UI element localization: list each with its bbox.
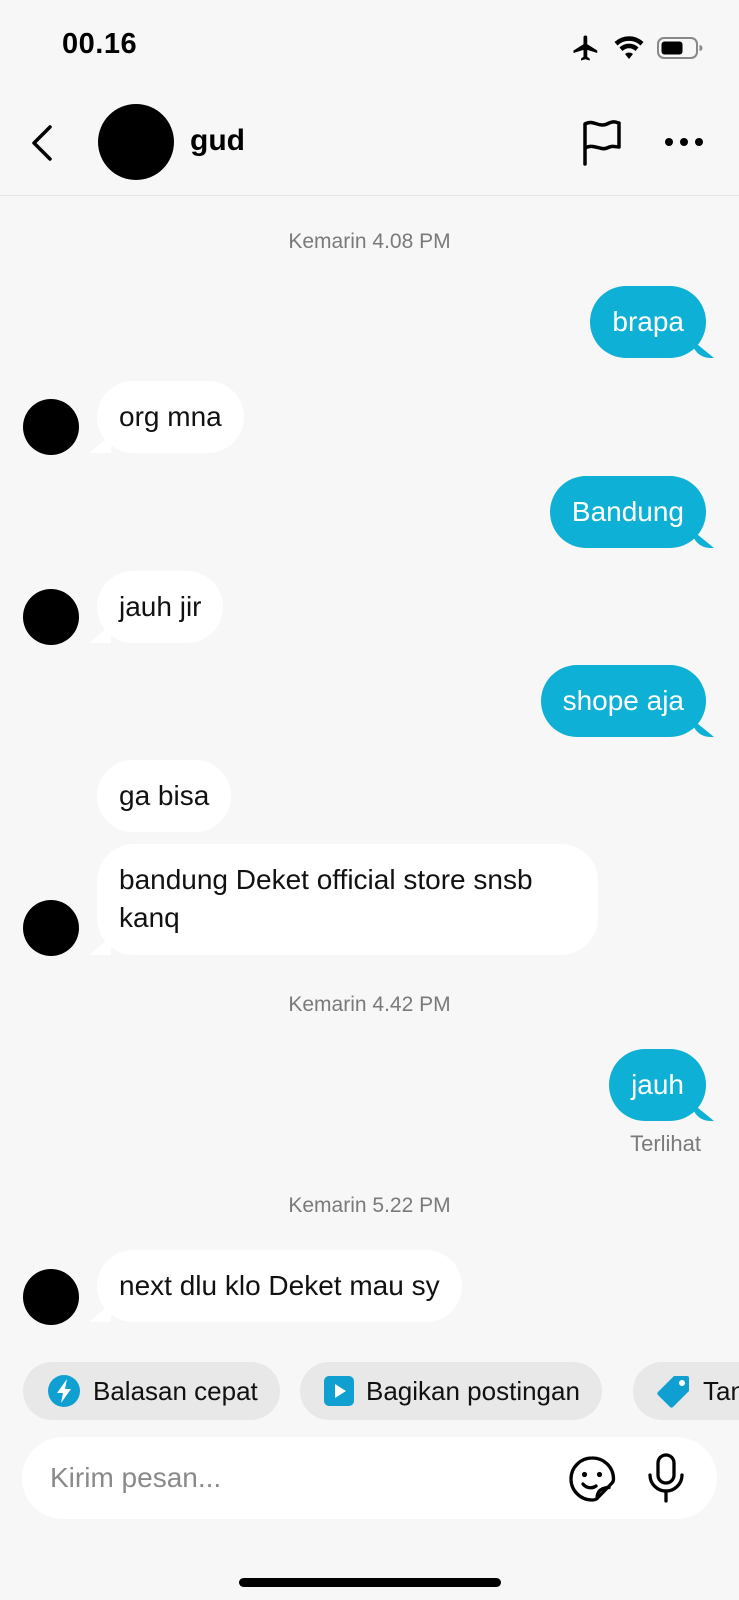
sender-avatar[interactable] [23,900,79,956]
timestamp: Kemarin 4.42 PM [288,993,451,1016]
battery-icon [657,37,703,59]
chevron-left-icon [32,125,52,161]
quick-reply-chip[interactable]: Balasan cepat [23,1362,280,1420]
flag-icon [583,120,621,166]
timestamp: Kemarin 4.08 PM [288,230,451,253]
message-bubble-incoming[interactable]: jauh jir [97,571,224,643]
contact-name[interactable]: gud [190,124,245,158]
report-button[interactable] [580,118,626,166]
airplane-icon [573,35,598,61]
message-bubble-outgoing[interactable]: Bandung [549,476,706,548]
message-bubble-incoming[interactable]: org mna [97,381,244,453]
lightning-icon [48,1375,80,1407]
seen-status: Terlihat [630,1131,701,1156]
tag-chip[interactable]: Tan [633,1362,739,1420]
sticker-button[interactable] [568,1455,616,1503]
message-input[interactable] [48,1455,532,1501]
wifi-icon [614,36,644,59]
status-icons [571,30,703,66]
message-bubble-incoming[interactable]: bandung Deket official store snsb kanq [97,844,598,955]
more-horizontal-icon [665,138,703,146]
microphone-button[interactable] [646,1453,686,1503]
message-bubble-outgoing[interactable]: jauh [609,1049,706,1121]
microphone-icon [648,1453,684,1503]
message-bubble-outgoing[interactable]: shope aja [540,665,706,737]
status-time: 00.16 [62,28,138,60]
share-post-label: Bagikan postingan [366,1375,580,1406]
tag-label: Tan [703,1375,739,1406]
sender-avatar[interactable] [23,1269,79,1325]
timestamp: Kemarin 5.22 PM [288,1194,451,1217]
sender-avatar[interactable] [23,589,79,645]
sticker-icon [569,1456,616,1502]
quick-reply-label: Balasan cepat [93,1375,258,1406]
message-bubble-incoming[interactable]: ga bisa [97,760,232,832]
play-icon [324,1376,354,1406]
message-bubble-incoming[interactable]: next dlu klo Deket mau sy [97,1250,462,1322]
sender-avatar[interactable] [23,399,79,455]
back-button[interactable] [22,120,62,166]
chat-header: gud [0,88,739,196]
message-bubble-outgoing[interactable]: brapa [590,286,706,358]
home-indicator[interactable] [239,1578,501,1587]
contact-avatar[interactable] [98,104,174,180]
share-post-chip[interactable]: Bagikan postingan [300,1362,602,1420]
tag-icon [657,1376,689,1408]
message-composer [22,1437,717,1519]
more-options-button[interactable] [662,124,706,160]
